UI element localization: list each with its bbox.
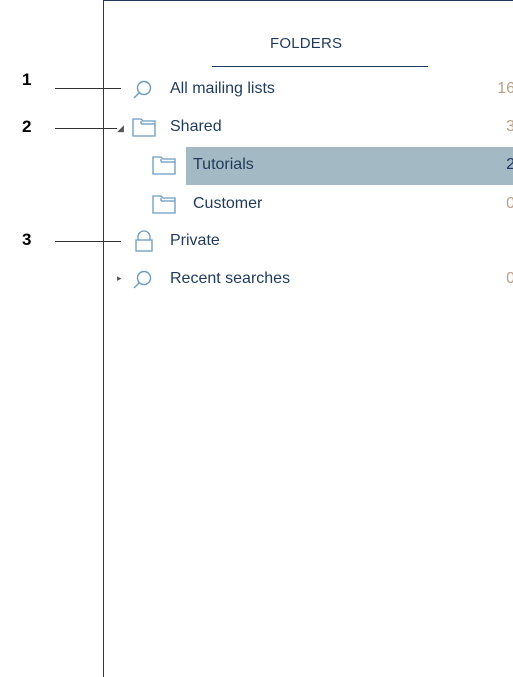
folder-item-customer[interactable]: Customer 0 — [104, 186, 513, 222]
folder-label: Shared — [170, 118, 222, 135]
callout-3: 3 — [22, 230, 32, 249]
folder-count: 0 — [506, 270, 513, 287]
title-underline — [212, 66, 428, 67]
folder-icon — [152, 155, 176, 175]
folder-count: 2 — [506, 156, 513, 173]
folder-label: Tutorials — [193, 156, 254, 173]
folder-label: Recent searches — [170, 270, 291, 287]
folder-count: 0 — [506, 195, 513, 212]
lock-icon — [135, 230, 153, 252]
folder-label: All mailing lists — [170, 80, 275, 97]
collapsed-arrow-icon[interactable]: ▸ — [117, 273, 122, 284]
expanded-arrow-icon[interactable]: ◢ — [117, 123, 124, 134]
folder-icon — [152, 194, 176, 214]
folder-icon — [132, 117, 156, 137]
folder-count: 16 — [497, 80, 513, 97]
callout-1: 1 — [22, 70, 32, 89]
folder-count: 3 — [506, 118, 513, 135]
folder-item-recent-searches[interactable]: ▸ Recent searches 0 — [104, 261, 513, 297]
folder-item-private[interactable]: Private — [104, 223, 513, 259]
folder-item-tutorials[interactable]: Tutorials 2 — [104, 146, 513, 185]
folder-item-all-mailing-lists[interactable]: All mailing lists 16 — [104, 71, 513, 107]
folder-label: Customer — [193, 195, 263, 212]
callout-2: 2 — [22, 117, 32, 136]
folder-label: Private — [170, 232, 220, 249]
search-icon — [132, 269, 154, 291]
panel-top-border — [103, 0, 513, 1]
search-icon — [132, 79, 154, 101]
panel-title: FOLDERS — [270, 35, 343, 52]
folder-item-shared[interactable]: ◢ Shared 3 — [104, 109, 513, 145]
